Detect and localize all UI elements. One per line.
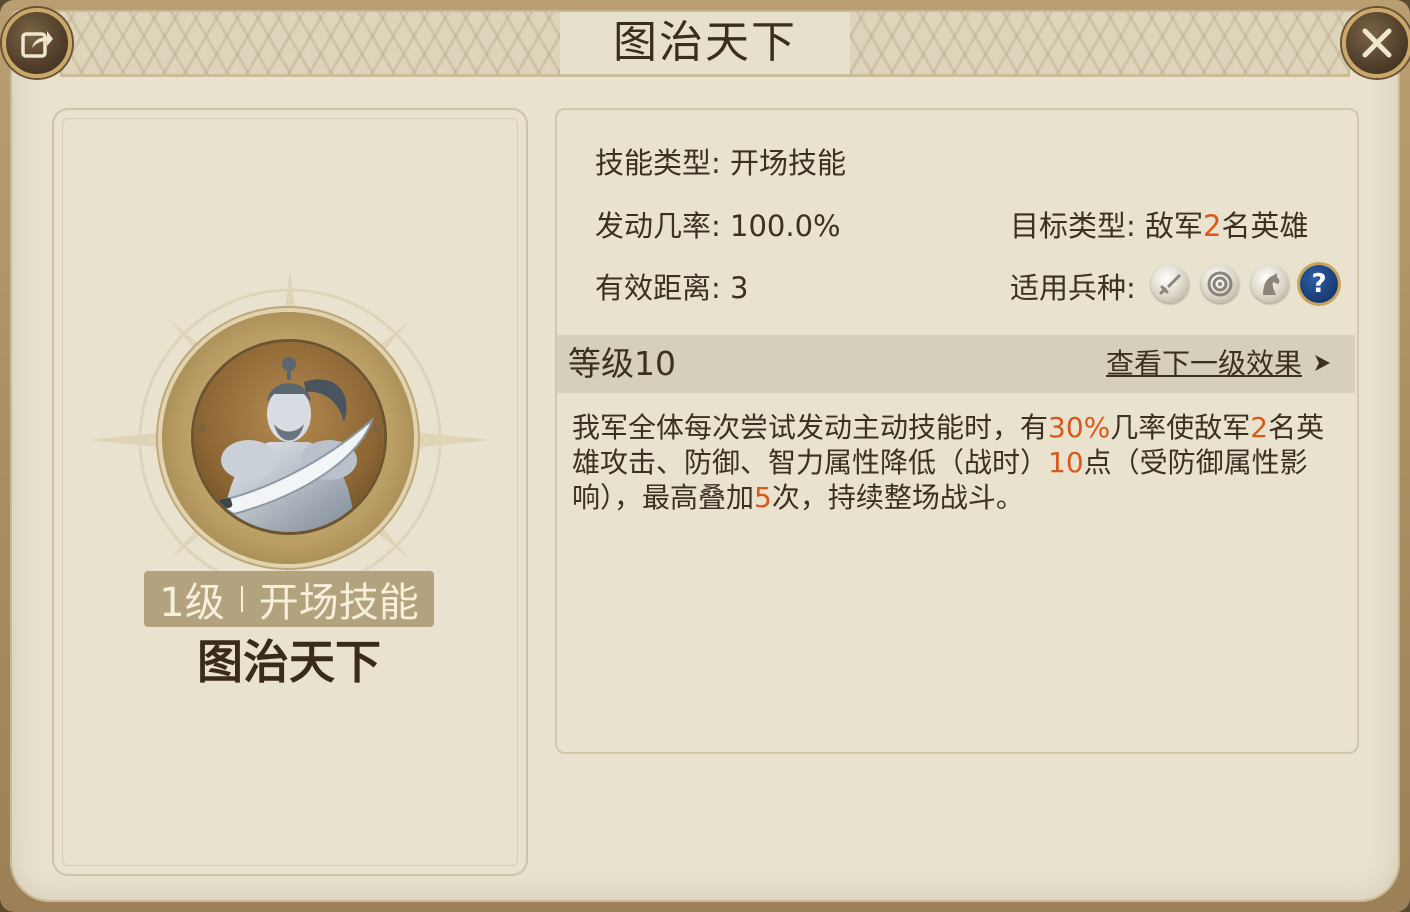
desc-text: 几率使敌军 bbox=[1110, 411, 1251, 444]
desc-value-chance: 30% bbox=[1048, 411, 1111, 444]
badge-divider bbox=[240, 586, 243, 612]
target-type-label: 目标类型: bbox=[1010, 209, 1136, 243]
horse-glyph bbox=[1263, 273, 1280, 295]
bow-target-icon[interactable] bbox=[1201, 265, 1239, 303]
trigger-rate-row: 发动几率: 100.0% bbox=[595, 203, 841, 245]
target-type-row: 目标类型: 敌军2名英雄 bbox=[1010, 203, 1308, 245]
chevron-right-icon[interactable] bbox=[1312, 349, 1334, 377]
unit-type-label: 适用兵种: bbox=[1010, 271, 1136, 305]
close-button[interactable] bbox=[1342, 8, 1410, 78]
desc-value-stacks: 5 bbox=[754, 481, 772, 514]
desc-text: 我军全体每次尝试发动主动技能时，有 bbox=[572, 411, 1049, 444]
target-suffix: 名英雄 bbox=[1221, 209, 1309, 243]
range-value: 3 bbox=[730, 271, 749, 305]
share-icon bbox=[21, 31, 53, 58]
desc-value-targets: 2 bbox=[1250, 411, 1269, 444]
skill-level: 1级 bbox=[159, 580, 225, 626]
ring-rivet bbox=[373, 424, 381, 432]
trigger-rate-label: 发动几率: bbox=[595, 209, 721, 243]
warrior-silhouette-icon bbox=[207, 357, 375, 532]
help-glyph: ? bbox=[1311, 269, 1327, 299]
level-type-badge: 1级 开场技能 bbox=[144, 571, 434, 627]
sword-icon[interactable] bbox=[1151, 265, 1189, 303]
general-portrait bbox=[194, 342, 384, 532]
level-title: 等级10 bbox=[568, 344, 676, 383]
page-title: 图治天下 bbox=[613, 17, 797, 68]
next-level-link[interactable]: 查看下一级效果 bbox=[1106, 340, 1302, 388]
target-prefix: 敌军 bbox=[1145, 209, 1204, 243]
skill-name: 图治天下 bbox=[197, 635, 381, 689]
skill-type-badge: 开场技能 bbox=[258, 580, 419, 626]
target-count: 2 bbox=[1203, 209, 1222, 243]
help-question-icon[interactable]: ? bbox=[1300, 265, 1338, 303]
skill-description: 我军全体每次尝试发动主动技能时，有30%几率使敌军2名英雄攻击、防御、智力属性降… bbox=[572, 410, 1342, 515]
skill-type-row: 技能类型: 开场技能 bbox=[595, 140, 846, 182]
trigger-rate-value: 100.0% bbox=[730, 209, 841, 243]
desc-value-reduction: 10 bbox=[1048, 446, 1084, 479]
sword-glyph bbox=[1159, 274, 1181, 295]
desc-text: 次，持续整场战斗。 bbox=[771, 481, 1024, 514]
share-button[interactable] bbox=[2, 8, 72, 78]
skill-type-label: 技能类型: bbox=[595, 146, 721, 180]
target-glyph bbox=[1207, 271, 1233, 297]
close-icon bbox=[1362, 28, 1392, 58]
skill-type-value: 开场技能 bbox=[730, 146, 847, 180]
range-label: 有效距离: bbox=[595, 271, 721, 305]
cavalry-horse-icon[interactable] bbox=[1251, 265, 1289, 303]
range-row: 有效距离: 3 bbox=[595, 265, 748, 307]
ring-rivet bbox=[198, 424, 206, 432]
